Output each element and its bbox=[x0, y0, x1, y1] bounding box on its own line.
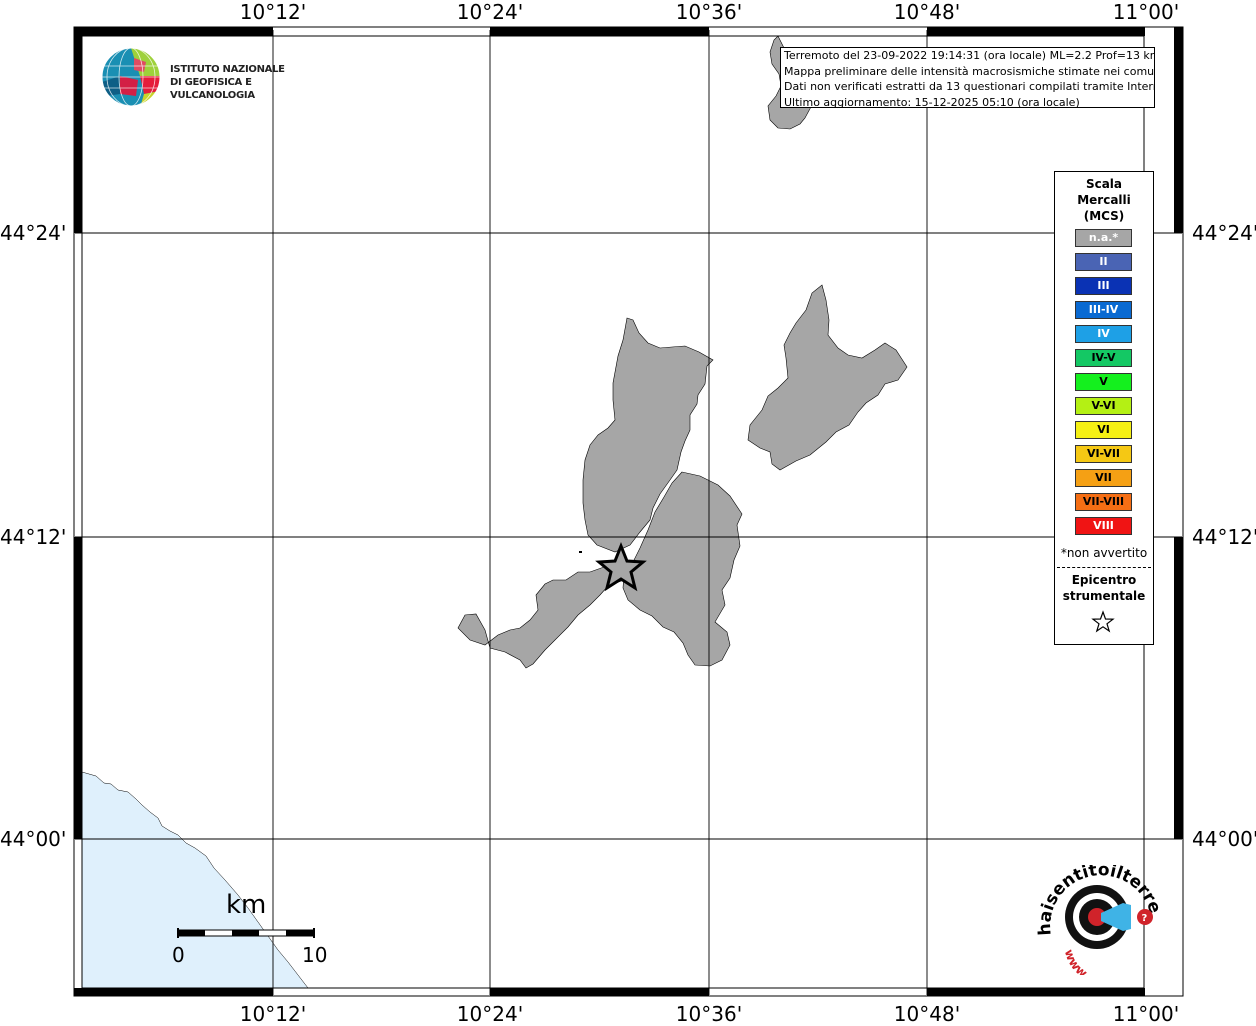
lon-label-top: 10°36' bbox=[675, 0, 743, 24]
legend-item: VI bbox=[1075, 421, 1132, 439]
lat-label-left: 44°12' bbox=[0, 525, 67, 549]
legend-item: II bbox=[1075, 253, 1132, 271]
legend-item: n.a.* bbox=[1075, 229, 1132, 247]
lon-label-bottom: 10°12' bbox=[239, 1002, 307, 1026]
frame-checker-bottom bbox=[74, 988, 1145, 996]
legend-item: IV bbox=[1075, 325, 1132, 343]
frame-checker-left bbox=[74, 27, 82, 839]
hsit-logo: haisentitoilterremoto.it www. ? bbox=[1033, 865, 1165, 975]
event-info-line: Mappa preliminare delle intensità macros… bbox=[784, 64, 1155, 78]
legend-item: V bbox=[1075, 373, 1132, 391]
lat-label-left: 44°00' bbox=[0, 827, 67, 851]
legend-item: V-VI bbox=[1075, 397, 1132, 415]
mcs-legend: Scala Mercalli (MCS) n.a.* II III III-IV IV I… bbox=[1054, 171, 1154, 645]
globe-icon bbox=[101, 47, 161, 107]
lon-label-top: 11°00' bbox=[1112, 0, 1180, 24]
legend-item: VI-VII bbox=[1075, 445, 1132, 463]
legend-item: VII-VIII bbox=[1075, 493, 1132, 511]
frame-checker-right bbox=[1174, 27, 1183, 839]
event-info-box: Terremoto del 23-09-2022 19:14:31 (ora l… bbox=[780, 47, 1155, 108]
ingv-logo-line2: DI GEOFISICA E VULCANOLOGIA bbox=[170, 77, 255, 101]
event-info-line: Ultimo aggiornamento: 15-12-2025 05:10 (… bbox=[784, 95, 1080, 108]
lat-label-left: 44°24' bbox=[0, 221, 67, 245]
legend-epicenter-label: Epicentro strumentale bbox=[1055, 572, 1153, 604]
scale-bar-unit: km bbox=[226, 890, 267, 920]
lat-label-right: 44°12' bbox=[1192, 525, 1256, 549]
event-info-line: Terremoto del 23-09-2022 19:14:31 (ora l… bbox=[784, 49, 1155, 62]
lon-label-top: 10°24' bbox=[456, 0, 524, 24]
star-icon bbox=[1091, 610, 1115, 633]
lat-label-right: 44°24' bbox=[1192, 221, 1256, 245]
svg-text:?: ? bbox=[1142, 913, 1148, 924]
legend-item: IV-V bbox=[1075, 349, 1132, 367]
legend-epicenter-line: Epicentro bbox=[1071, 573, 1137, 587]
scale-bar-start: 0 bbox=[172, 943, 185, 967]
lon-label-bottom: 10°36' bbox=[675, 1002, 743, 1026]
legend-item: VIII bbox=[1075, 517, 1132, 535]
legend-epicenter-line: strumentale bbox=[1062, 589, 1146, 603]
lon-label-bottom: 10°48' bbox=[893, 1002, 961, 1026]
hsit-logo-prefix: www. bbox=[1062, 948, 1092, 975]
ingv-logo-line1: ISTITUTO NAZIONALE bbox=[170, 64, 285, 75]
lon-label-top: 10°48' bbox=[893, 0, 961, 24]
ingv-logo: ISTITUTO NAZIONALE DI GEOFISICA E VULCAN… bbox=[100, 46, 320, 110]
municipality-southwest bbox=[457, 565, 625, 669]
legend-item: III-IV bbox=[1075, 301, 1132, 319]
legend-title-line: Mercalli bbox=[1077, 193, 1131, 207]
lon-label-bottom: 10°24' bbox=[456, 1002, 524, 1026]
legend-title: Scala Mercalli (MCS) bbox=[1055, 176, 1153, 224]
municipality-east bbox=[747, 284, 908, 471]
frame-checker-top bbox=[74, 27, 1145, 36]
legend-item: III bbox=[1075, 277, 1132, 295]
legend-item: VII bbox=[1075, 469, 1132, 487]
lat-label-right: 44°00' bbox=[1192, 827, 1256, 851]
legend-title-line: Scala bbox=[1085, 177, 1123, 191]
legend-note: *non avvertito bbox=[1060, 546, 1148, 560]
lon-label-top: 10°12' bbox=[239, 0, 307, 24]
scale-bar-end: 10 bbox=[302, 943, 328, 967]
legend-separator bbox=[1057, 567, 1151, 568]
scale-bar: km 0 10 bbox=[170, 890, 330, 970]
lon-label-bottom: 11°00' bbox=[1112, 1002, 1180, 1026]
event-info-line: Dati non verificati estratti da 13 quest… bbox=[784, 80, 1155, 93]
legend-items: n.a.* II III III-IV IV IV-V V V-VI VI VI-VII VII VI… bbox=[1075, 229, 1132, 541]
legend-title-line: (MCS) bbox=[1083, 209, 1125, 223]
